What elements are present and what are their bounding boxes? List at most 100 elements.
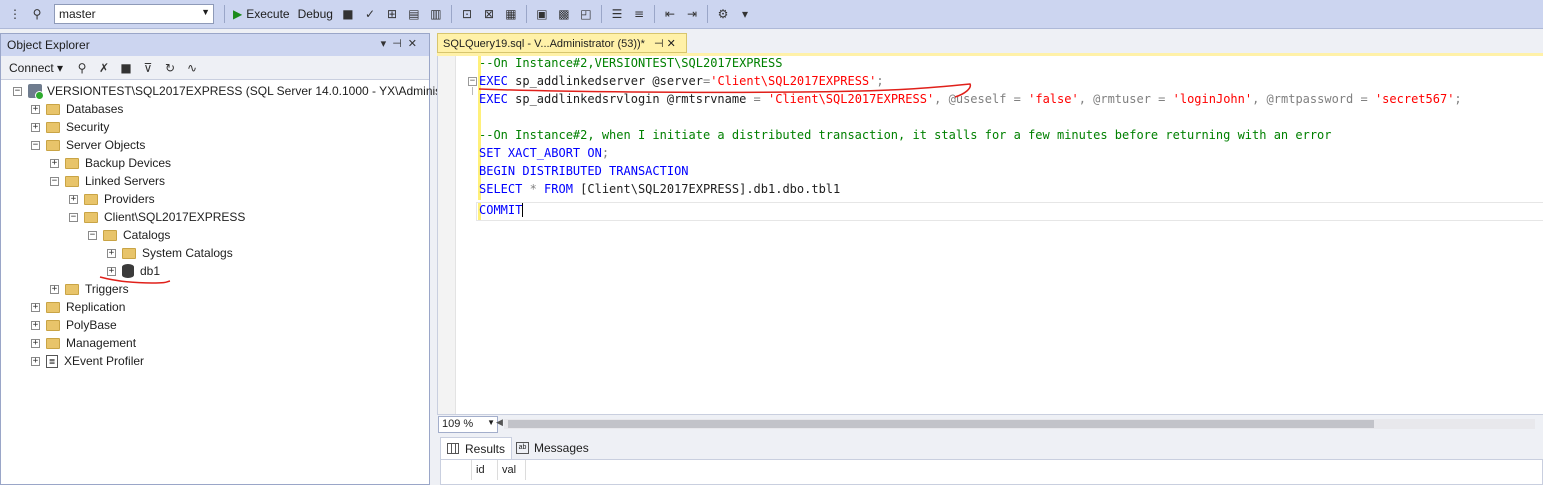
tree-node[interactable]: − Client\SQL2017EXPRESS bbox=[69, 208, 245, 226]
results-to-text-icon[interactable]: ▣ bbox=[534, 6, 550, 22]
filter-icon[interactable]: ⊽ bbox=[140, 60, 156, 76]
collapse-icon[interactable]: − bbox=[50, 176, 59, 186]
scroll-left-icon[interactable]: ◀ bbox=[496, 417, 503, 428]
refresh-icon[interactable]: ↻ bbox=[162, 60, 178, 76]
operator-token: ; bbox=[1454, 92, 1462, 106]
expand-icon[interactable]: + bbox=[31, 122, 40, 132]
operator-token: = bbox=[753, 92, 761, 106]
column-header[interactable]: id bbox=[472, 460, 498, 480]
parse-check-icon[interactable]: ✓ bbox=[362, 6, 378, 22]
collapse-icon[interactable]: − bbox=[13, 86, 22, 96]
expand-icon[interactable]: + bbox=[107, 248, 116, 258]
query-editor[interactable]: − --On Instance#2,VERSIONTEST\SQL2017EXP… bbox=[437, 56, 1543, 414]
operator-token: , @rmtpassword bbox=[1252, 92, 1361, 106]
collapse-icon[interactable]: − bbox=[88, 230, 97, 240]
filter-icon[interactable]: ⋮ bbox=[7, 6, 23, 22]
collapse-icon[interactable]: − bbox=[468, 77, 477, 86]
expand-icon[interactable]: + bbox=[50, 158, 59, 168]
tree-node-label: PolyBase bbox=[66, 318, 117, 332]
scrollbar-thumb[interactable] bbox=[508, 420, 1374, 428]
current-line-highlight bbox=[476, 202, 1543, 221]
tree-node[interactable]: + System Catalogs bbox=[107, 244, 233, 262]
tree-node[interactable]: + Management bbox=[31, 334, 136, 352]
folder-icon bbox=[46, 337, 60, 349]
expand-icon[interactable]: + bbox=[50, 284, 59, 294]
tree-node[interactable]: − VERSIONTEST\SQL2017EXPRESS (SQL Server … bbox=[13, 82, 465, 100]
specify-values-icon[interactable]: ⚙ bbox=[715, 6, 731, 22]
zoom-select[interactable]: 109 % ▼ bbox=[438, 415, 498, 433]
intellisense-icon[interactable]: ⊡ bbox=[459, 6, 475, 22]
connect-button[interactable]: Connect ▾ bbox=[9, 61, 63, 75]
tree-node[interactable]: + PolyBase bbox=[31, 316, 117, 334]
close-icon[interactable]: ✕ bbox=[408, 38, 423, 50]
folder-icon bbox=[46, 301, 60, 313]
collapse-icon[interactable]: − bbox=[31, 140, 40, 150]
collapse-icon[interactable]: − bbox=[69, 212, 78, 222]
code-line-7: BEGIN DISTRIBUTED TRANSACTION bbox=[479, 162, 689, 180]
query-options-icon[interactable]: ▥ bbox=[428, 6, 444, 22]
expand-icon[interactable]: + bbox=[31, 356, 40, 366]
horizontal-scrollbar[interactable]: ◀ bbox=[496, 417, 1535, 429]
include-plan-icon[interactable]: ⊠ bbox=[481, 6, 497, 22]
zoom-value: 109 % bbox=[442, 417, 474, 430]
change-connection-icon[interactable]: ⚲ bbox=[29, 6, 45, 22]
execute-button[interactable]: Execute bbox=[246, 7, 289, 21]
expand-icon[interactable]: + bbox=[107, 266, 116, 276]
expand-icon[interactable]: + bbox=[31, 338, 40, 348]
client-statistics-icon[interactable]: ▦ bbox=[503, 6, 519, 22]
expand-icon[interactable]: + bbox=[31, 302, 40, 312]
tree-node[interactable]: + Replication bbox=[31, 298, 125, 316]
folder-icon bbox=[46, 121, 60, 133]
expand-icon[interactable]: + bbox=[31, 104, 40, 114]
panel-menu-icon[interactable]: ▾ bbox=[381, 38, 393, 50]
disconnect-icon[interactable]: ✗ bbox=[96, 60, 112, 76]
expand-icon[interactable]: + bbox=[69, 194, 78, 204]
debug-button[interactable]: Debug bbox=[298, 7, 333, 21]
comment-lines-icon[interactable]: ☰ bbox=[609, 6, 625, 22]
database-select[interactable]: master ▼ bbox=[54, 4, 214, 24]
string-token: 'Client\SQL2017EXPRESS' bbox=[760, 92, 935, 106]
code-line-3: EXEC sp_addlinkedsrvlogin @rmtsrvname = … bbox=[479, 90, 1462, 108]
tree-node-label: Client\SQL2017EXPRESS bbox=[104, 210, 246, 224]
tab-pin-close-icons[interactable]: ⊣ ✕ bbox=[654, 38, 676, 50]
tree-node[interactable]: − Catalogs bbox=[88, 226, 170, 244]
query-designer-icon[interactable]: ▤ bbox=[406, 6, 422, 22]
tree-node[interactable]: + ≣ XEvent Profiler bbox=[31, 352, 144, 370]
text-cursor bbox=[522, 203, 531, 217]
tree-node[interactable]: + Security bbox=[31, 118, 109, 136]
tree-node[interactable]: − Server Objects bbox=[31, 136, 145, 154]
row-header-corner bbox=[441, 460, 472, 480]
connect-icon[interactable]: ⚲ bbox=[74, 60, 90, 76]
results-to-file-icon[interactable]: ◰ bbox=[578, 6, 594, 22]
tab-results[interactable]: Results bbox=[440, 437, 513, 459]
tree-node[interactable]: + Databases bbox=[31, 100, 123, 118]
pin-icon[interactable]: ⊣ bbox=[392, 38, 408, 50]
server-icon bbox=[28, 84, 44, 100]
document-tab[interactable]: SQLQuery19.sql - V...Administrator (53))… bbox=[437, 33, 687, 53]
tree-node[interactable]: − Linked Servers bbox=[50, 172, 165, 190]
tab-messages[interactable]: ab Messages bbox=[510, 437, 595, 459]
uncomment-lines-icon[interactable]: ≡ bbox=[631, 6, 647, 22]
decrease-indent-icon[interactable]: ⇤ bbox=[662, 6, 678, 22]
code-line-6: SET XACT_ABORT ON; bbox=[479, 144, 609, 162]
stop-icon[interactable]: ■ bbox=[340, 6, 356, 22]
operator-token: = bbox=[1013, 92, 1021, 106]
toolbar-separator bbox=[706, 5, 708, 23]
tree-node[interactable]: + Backup Devices bbox=[50, 154, 171, 172]
expand-icon[interactable]: + bbox=[31, 320, 40, 330]
tree-node[interactable]: + db1 bbox=[107, 262, 160, 280]
results-to-grid-icon[interactable]: ▩ bbox=[556, 6, 572, 22]
toolbar-overflow-icon[interactable]: ▾ bbox=[737, 6, 753, 22]
column-header[interactable]: val bbox=[498, 460, 526, 480]
tree-node[interactable]: + Triggers bbox=[50, 280, 129, 298]
keyword-token: COMMIT bbox=[479, 203, 523, 217]
stop-icon[interactable]: ■ bbox=[118, 60, 134, 76]
results-grid[interactable]: id val bbox=[440, 459, 1543, 485]
tree-node[interactable]: + Providers bbox=[69, 190, 155, 208]
tree-node-label: XEvent Profiler bbox=[64, 354, 145, 368]
activity-monitor-icon[interactable]: ∿ bbox=[184, 60, 200, 76]
execute-icon[interactable]: ▶ bbox=[233, 7, 242, 21]
estimated-plan-icon[interactable]: ⊞ bbox=[384, 6, 400, 22]
increase-indent-icon[interactable]: ⇥ bbox=[684, 6, 700, 22]
toolbar-separator bbox=[224, 5, 225, 23]
